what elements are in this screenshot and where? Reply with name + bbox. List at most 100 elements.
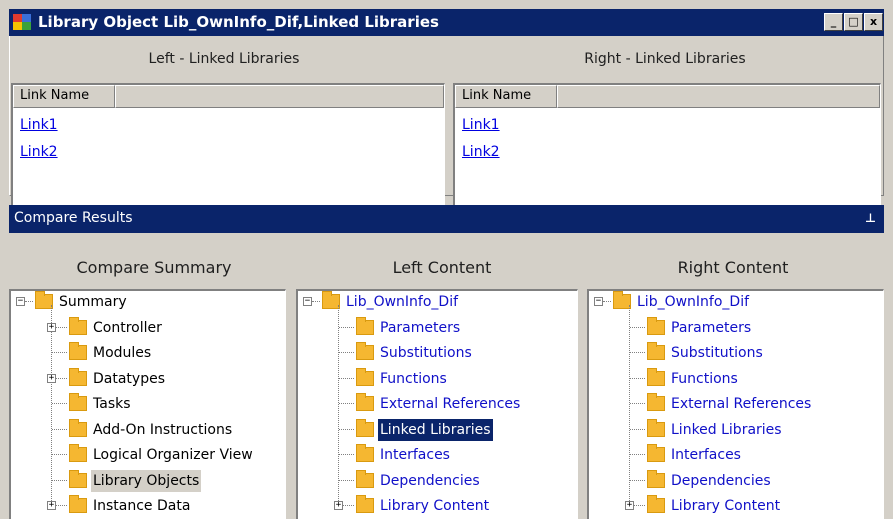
tree-item[interactable]: Interfaces	[298, 444, 577, 466]
tree-item-label: Modules	[93, 345, 152, 361]
folder-icon	[356, 495, 374, 513]
tree-item[interactable]: External References	[589, 393, 883, 415]
tree-connector	[630, 428, 645, 430]
tree-item[interactable]: + Datatypes	[11, 367, 285, 390]
collapse-icon[interactable]: −	[594, 297, 603, 306]
folder-icon	[647, 316, 665, 335]
tree-item[interactable]: Dependencies	[298, 469, 577, 492]
folder-icon	[356, 393, 374, 411]
tree-root-node[interactable]: − Lib_OwnInfo_Dif	[589, 291, 883, 313]
tree-connector	[339, 352, 354, 353]
tree-item-label: Interfaces	[380, 447, 450, 463]
tree-item[interactable]: External References	[298, 393, 577, 415]
collapse-icon[interactable]: −	[16, 297, 25, 306]
tree-connector	[339, 428, 354, 430]
tree-item[interactable]: + Controller	[11, 316, 285, 339]
tree-connector	[56, 505, 67, 506]
column-header-link-name[interactable]: Link Name	[455, 85, 557, 108]
folder-icon	[356, 444, 374, 462]
folder-icon	[647, 367, 665, 386]
app-icon	[13, 14, 31, 30]
right-content-tree[interactable]: − Lib_OwnInfo_Dif Parameters Substitutions F…	[587, 289, 884, 519]
tree-item-label: Substitutions	[671, 345, 763, 361]
tree-connector	[52, 403, 67, 404]
tree-item-label: Library Content	[380, 498, 490, 514]
column-header-blank[interactable]	[115, 85, 444, 108]
expand-icon[interactable]: +	[47, 501, 56, 510]
column-header-link-name[interactable]: Link Name	[13, 85, 115, 108]
tree-connector	[52, 479, 67, 481]
compare-summary-title: Compare Summary	[76, 258, 232, 277]
tree-item[interactable]: Dependencies	[589, 469, 883, 492]
tree-item-label: Dependencies	[380, 472, 480, 489]
compare-summary-tree[interactable]: − Summary + Controller Modules + Datatypes Task…	[9, 289, 286, 519]
tree-item[interactable]: Logical Organizer View	[11, 444, 285, 466]
tree-item[interactable]: + Instance Data	[11, 495, 285, 517]
tree-connector	[339, 403, 354, 404]
tree-connector	[343, 505, 354, 506]
pin-icon[interactable]: ⊥	[865, 211, 876, 225]
tree-item[interactable]: Tasks	[11, 393, 285, 415]
tree-item-label: Dependencies	[671, 472, 771, 489]
tree-item[interactable]: Functions	[589, 367, 883, 390]
folder-icon	[647, 495, 665, 513]
link-row[interactable]: Link2	[20, 144, 58, 160]
tree-item-label: Interfaces	[671, 447, 741, 463]
tree-connector	[630, 352, 645, 353]
tree-item[interactable]: + Library Content	[298, 495, 577, 517]
tree-item-label: External References	[671, 396, 812, 412]
expand-icon[interactable]: +	[47, 322, 56, 332]
right-linked-libraries-list[interactable]: Link Name Link1 Link2	[453, 83, 881, 220]
tree-connector	[312, 301, 320, 302]
minimize-button[interactable]: _	[824, 13, 843, 31]
tree-connector	[634, 505, 645, 506]
tree-item[interactable]: Modules	[11, 342, 285, 364]
tree-item[interactable]: + Library Content	[589, 495, 883, 517]
tree-connector	[52, 428, 67, 430]
left-linked-libraries-list[interactable]: Link Name Link1 Link2	[11, 83, 445, 220]
tree-item[interactable]: Substitutions	[298, 342, 577, 364]
tree-connector	[630, 377, 645, 379]
window-title: Library Object Lib_OwnInfo_Dif,Linked Li…	[38, 13, 439, 31]
tree-item[interactable]: Library Objects	[11, 469, 285, 492]
tree-item[interactable]: Functions	[298, 367, 577, 390]
tree-root-node[interactable]: − Lib_OwnInfo_Dif	[298, 291, 577, 313]
tree-item[interactable]: Linked Libraries	[589, 418, 883, 441]
right-pane-title: Right - Linked Libraries	[584, 51, 746, 67]
compare-results-header: Compare Results ⊥	[9, 205, 884, 233]
folder-icon	[69, 367, 87, 386]
tree-item[interactable]: Linked Libraries	[298, 418, 577, 441]
tree-item-label: Library Objects	[91, 469, 202, 492]
list-header: Link Name	[13, 85, 444, 108]
close-button[interactable]: x	[864, 13, 883, 31]
tree-item-label: Library Content	[671, 498, 781, 514]
left-content-tree[interactable]: − Lib_OwnInfo_Dif Parameters Substitutions F…	[296, 289, 578, 519]
tree-item[interactable]: Add-On Instructions	[11, 418, 285, 441]
tree-item[interactable]: Substitutions	[589, 342, 883, 364]
tree-item-label: Tasks	[93, 396, 131, 412]
maximize-button[interactable]: □	[844, 13, 863, 31]
tree-item-label: Logical Organizer View	[93, 447, 253, 463]
tree-item-label: Controller	[93, 319, 162, 336]
column-header-blank[interactable]	[557, 85, 880, 108]
link-row[interactable]: Link1	[20, 117, 58, 133]
expand-icon[interactable]: +	[334, 501, 343, 510]
expand-icon[interactable]: +	[47, 373, 56, 383]
tree-item-label: Parameters	[671, 319, 752, 336]
window-titlebar[interactable]: Library Object Lib_OwnInfo_Dif,Linked Li…	[9, 9, 884, 36]
tree-root-node[interactable]: − Summary	[11, 291, 285, 313]
tree-connector	[56, 326, 67, 328]
tree-connector	[630, 454, 645, 455]
folder-icon	[69, 418, 87, 437]
tree-item-label: Linked Libraries	[671, 421, 782, 438]
expand-icon[interactable]: +	[625, 501, 634, 510]
left-content-title: Left Content	[392, 258, 492, 277]
tree-item[interactable]: Parameters	[298, 316, 577, 339]
folder-icon	[356, 469, 374, 488]
tree-item[interactable]: Interfaces	[589, 444, 883, 466]
list-header: Link Name	[455, 85, 880, 108]
tree-item[interactable]: Parameters	[589, 316, 883, 339]
link-row[interactable]: Link2	[462, 144, 500, 160]
collapse-icon[interactable]: −	[303, 297, 312, 306]
link-row[interactable]: Link1	[462, 117, 500, 133]
